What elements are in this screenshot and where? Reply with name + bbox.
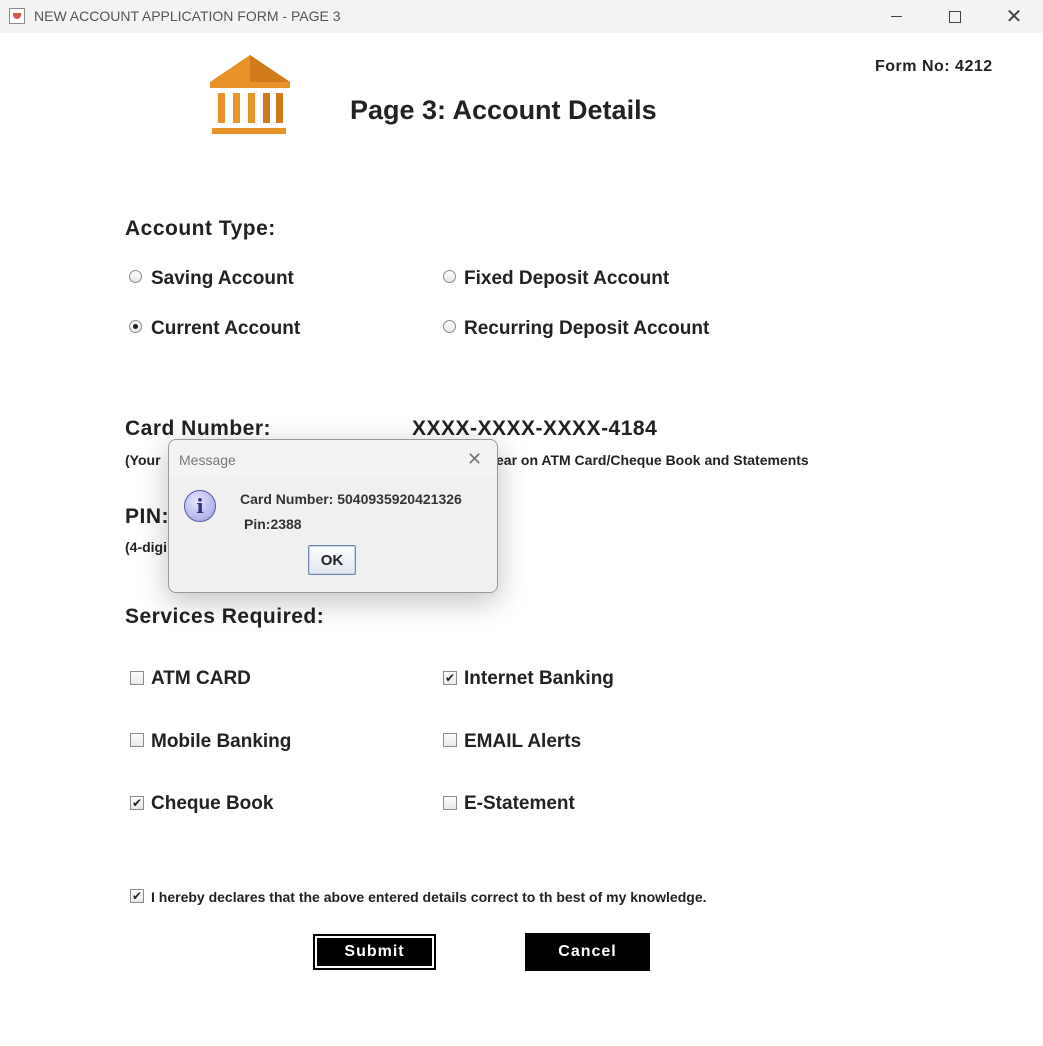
declaration-checkbox[interactable]: ✔ — [130, 889, 144, 903]
dialog-close-icon[interactable]: ✕ — [467, 449, 482, 470]
e-statement-checkbox[interactable] — [443, 796, 457, 810]
message-dialog: Message ✕ i Card Number: 504093592042132… — [168, 439, 498, 593]
atm-card-label[interactable]: ATM CARD — [151, 668, 251, 690]
mobile-banking-checkbox[interactable] — [130, 733, 144, 747]
bank-building-icon — [210, 55, 290, 134]
close-icon: ✕ — [1005, 5, 1023, 28]
pin-label: PIN: — [125, 505, 169, 528]
maximize-button[interactable] — [926, 0, 984, 33]
dialog-pin: Pin:2388 — [244, 516, 302, 532]
current-account-label[interactable]: Current Account — [151, 318, 300, 340]
current-account-radio[interactable] — [129, 320, 142, 333]
recurring-deposit-radio[interactable] — [443, 320, 456, 333]
submit-button[interactable]: Submit — [313, 934, 436, 970]
window-title: NEW ACCOUNT APPLICATION FORM - PAGE 3 — [34, 8, 341, 24]
dialog-title: Message — [179, 452, 236, 468]
declaration-text[interactable]: I hereby declares that the above entered… — [151, 889, 707, 905]
email-alerts-checkbox[interactable] — [443, 733, 457, 747]
internet-banking-label[interactable]: Internet Banking — [464, 668, 614, 690]
account-type-heading: Account Type: — [125, 217, 276, 240]
fixed-deposit-label[interactable]: Fixed Deposit Account — [464, 268, 669, 290]
ok-button[interactable]: OK — [308, 545, 356, 575]
mobile-banking-label[interactable]: Mobile Banking — [151, 731, 291, 753]
internet-banking-checkbox[interactable]: ✔ — [443, 671, 457, 685]
email-alerts-label[interactable]: EMAIL Alerts — [464, 731, 581, 753]
cancel-button[interactable]: Cancel — [525, 933, 650, 971]
card-number-label: Card Number: — [125, 417, 272, 440]
atm-card-checkbox[interactable] — [130, 671, 144, 685]
close-window-button[interactable]: ✕ — [985, 0, 1043, 33]
cheque-book-checkbox[interactable]: ✔ — [130, 796, 144, 810]
card-number-value: XXXX-XXXX-XXXX-4184 — [412, 417, 658, 440]
info-icon: i — [184, 490, 216, 522]
recurring-deposit-label[interactable]: Recurring Deposit Account — [464, 318, 709, 340]
services-heading: Services Required: — [125, 605, 325, 628]
saving-account-label[interactable]: Saving Account — [151, 268, 294, 290]
minimize-button[interactable] — [867, 0, 925, 33]
pin-hint: (4-digi — [125, 539, 167, 555]
card-hint-left: (Your — [125, 452, 161, 468]
saving-account-radio[interactable] — [129, 270, 142, 283]
maximize-icon — [949, 10, 961, 23]
dialog-card-number: Card Number: 5040935920421326 — [240, 491, 462, 507]
card-hint-right: ear on ATM Card/Cheque Book and Statemen… — [496, 452, 809, 468]
minimize-icon — [890, 16, 902, 17]
form-number: Form No: 4212 — [875, 58, 993, 75]
e-statement-label[interactable]: E-Statement — [464, 793, 575, 815]
page-title: Page 3: Account Details — [350, 95, 657, 125]
fixed-deposit-radio[interactable] — [443, 270, 456, 283]
java-cup-icon — [9, 8, 25, 24]
cheque-book-label[interactable]: Cheque Book — [151, 793, 273, 815]
